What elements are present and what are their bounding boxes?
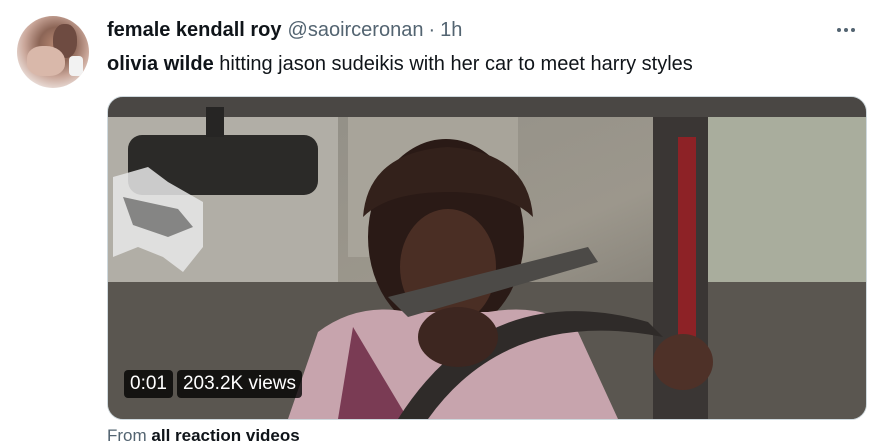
more-options-icon[interactable] [832,16,860,44]
source-link[interactable]: all reaction videos [151,426,299,445]
timestamp[interactable]: 1h [440,18,462,42]
source-prefix: From [107,426,152,445]
display-name[interactable]: female kendall roy [107,18,282,42]
avatar-face [27,46,65,76]
avatar[interactable] [17,16,89,88]
tweet-highlight: olivia wilde [107,53,214,75]
tweet-body: hitting jason sudeikis with her car to m… [213,53,693,75]
video-views-badge: 203.2K views [176,370,302,398]
avatar-detail [69,56,83,76]
video-duration-badge: 0:01 [124,370,173,398]
video-info-badges: 0:01 203.2K views [124,370,302,398]
source-attribution: From all reaction videos [107,426,300,446]
user-handle[interactable]: @saoirceronan [288,18,424,42]
tweet-header: female kendall roy @saoirceronan · 1h [107,18,462,42]
separator-dot: · [428,19,436,41]
tweet-text: olivia wilde hitting jason sudeikis with… [107,52,693,76]
